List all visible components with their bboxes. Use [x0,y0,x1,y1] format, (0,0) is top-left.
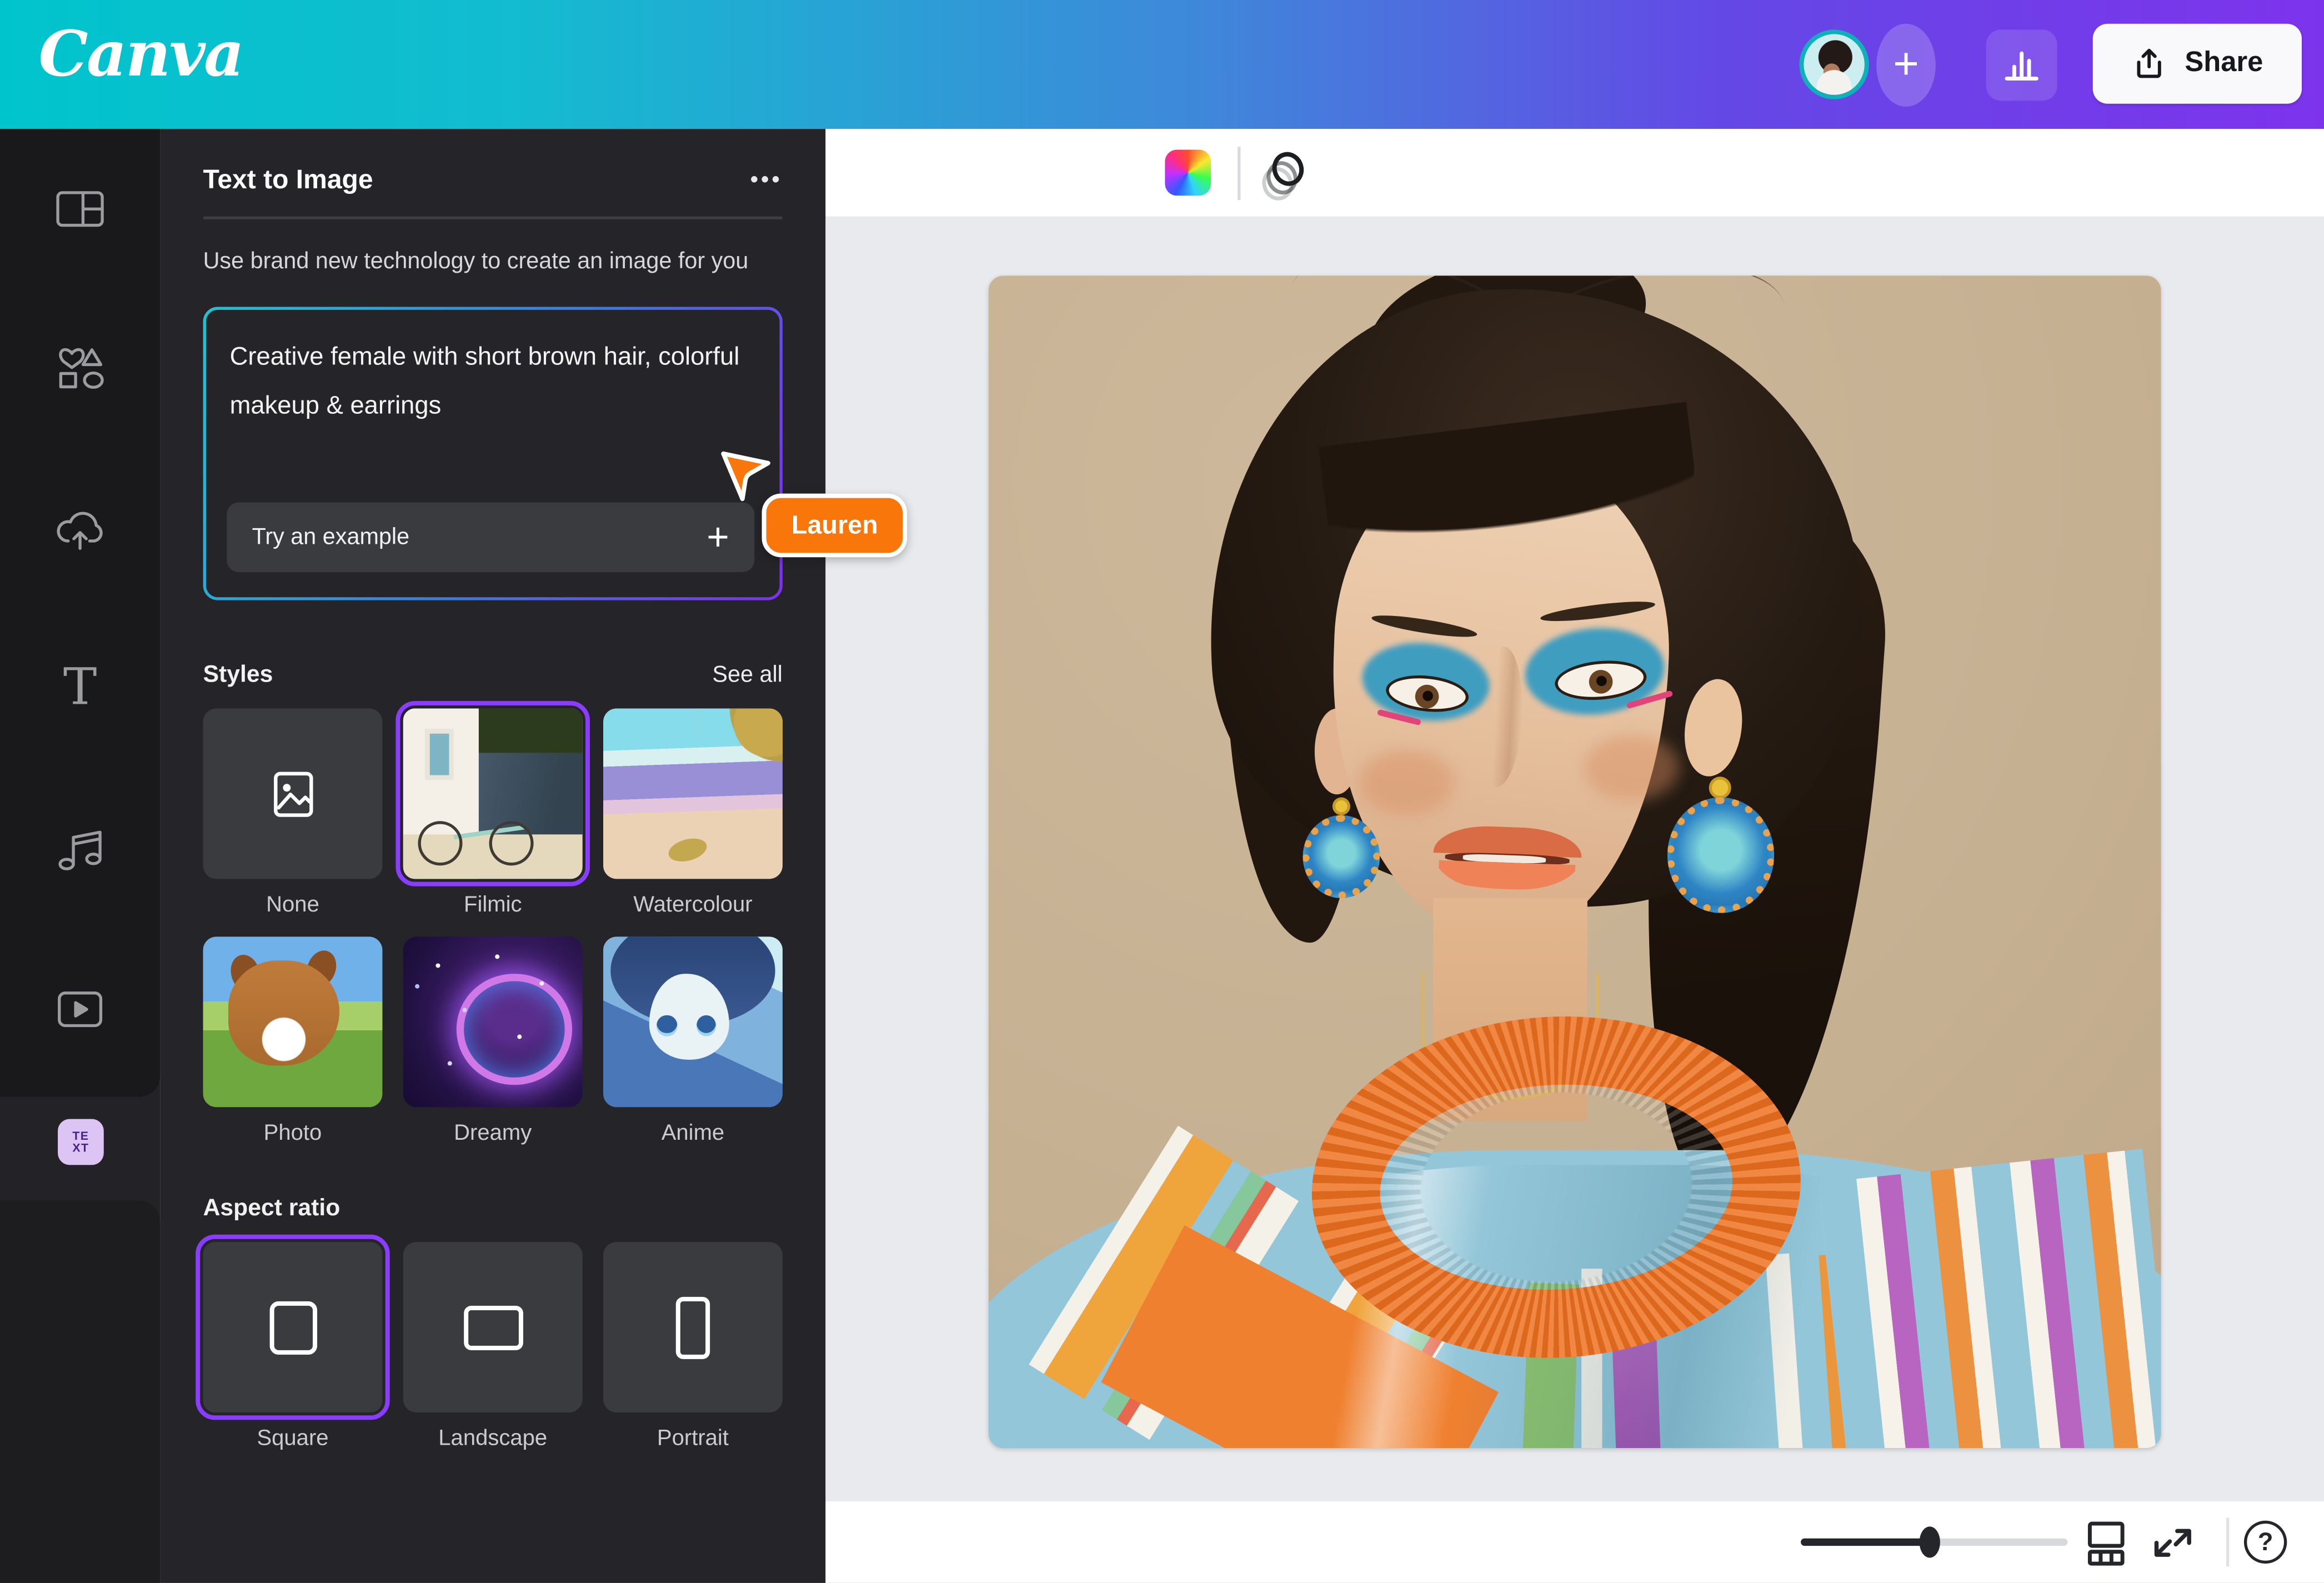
aspect-thumb-portrait[interactable] [603,1242,783,1412]
app-badge-text2: XT [72,1142,89,1154]
prompt-value: Creative female with short brown hair, c… [206,310,780,430]
plus-icon: + [707,514,729,560]
zoom-slider[interactable] [1801,1539,2067,1545]
footer-divider [2226,1517,2228,1566]
aspect-label: Square [257,1426,328,1451]
insights-button[interactable] [1986,29,2057,101]
style-label: Dreamy [454,1120,532,1145]
aspect-ratio-grid: Square Landscape Portrait [203,1242,783,1451]
share-label: Share [2185,47,2263,80]
aspect-ratio-heading: Aspect ratio [203,1196,340,1223]
background-color-swatch[interactable] [1165,150,1211,196]
style-option-anime[interactable]: Anime [603,936,783,1145]
canvas-toolbar [825,129,2324,216]
fullscreen-button[interactable] [2149,1519,2196,1566]
transparency-button[interactable] [1255,145,1311,201]
canva-editor: Canva + Share [0,0,2324,1583]
style-label: None [266,892,319,917]
music-note-icon [55,827,106,871]
add-collaborator-button[interactable]: + [1876,24,1936,107]
aspect-thumb-square-selected[interactable] [203,1242,383,1412]
panel-overflow-menu[interactable]: ••• [750,168,783,193]
share-icon [2131,46,2167,82]
style-thumb-dreamy[interactable] [403,936,583,1107]
aspect-thumb-landscape[interactable] [403,1242,583,1412]
style-option-dreamy[interactable]: Dreamy [403,936,583,1145]
plus-icon: + [1893,40,1919,91]
text-to-image-panel: Text to Image ••• Use brand new technolo… [160,129,825,1583]
style-thumb-anime[interactable] [603,936,783,1107]
sidebar-item-video[interactable] [0,976,160,1041]
style-label: Filmic [464,892,522,917]
aspect-option-portrait[interactable]: Portrait [603,1242,783,1451]
toolbar-divider [1238,147,1240,200]
style-option-watercolour[interactable]: Watercolour [603,708,783,917]
elements-shapes-icon [55,345,106,393]
sidebar-item-text[interactable]: T [0,655,160,720]
rail-upper-section [0,129,160,1096]
sidebar-item-text-to-image-app[interactable]: TE XT [58,1119,104,1165]
rail-lower-section [0,1200,160,1582]
help-button[interactable]: ? [2244,1521,2287,1564]
aspect-option-square[interactable]: Square [203,1242,383,1451]
style-option-photo[interactable]: Photo [203,936,383,1145]
try-example-label: Try an example [252,524,410,550]
app-badge-text: TE [72,1130,89,1142]
grid-view-button[interactable] [2082,1519,2130,1566]
panel-divider [203,217,783,219]
panel-title: Text to Image [203,164,373,196]
aspect-label: Portrait [657,1426,729,1451]
try-example-button[interactable]: Try an example + [227,503,754,572]
style-thumb-photo[interactable] [203,936,383,1107]
style-label: Photo [264,1120,322,1145]
style-option-filmic[interactable]: Filmic [403,708,583,917]
styles-see-all-link[interactable]: See all [712,663,782,689]
sidebar-item-audio[interactable] [0,816,160,881]
video-icon [55,989,106,1030]
zoom-slider-thumb[interactable] [1920,1526,1940,1557]
style-thumb-watercolour[interactable] [603,708,783,879]
sidebar-item-elements[interactable] [0,337,160,402]
panel-description: Use brand new technology to create an im… [203,242,783,282]
canva-logo[interactable]: Canva [38,18,243,91]
text-tool-icon: T [63,663,97,713]
prompt-textarea[interactable]: Creative female with short brown hair, c… [203,307,783,600]
style-thumb-filmic-selected[interactable] [403,708,583,879]
style-thumb-none[interactable] [203,708,383,879]
zoom-slider-fill [1801,1539,1929,1545]
portrait-shape-icon [676,1296,710,1358]
question-icon: ? [2258,1527,2273,1557]
square-shape-icon [269,1300,316,1354]
bar-chart-icon [2000,43,2044,87]
style-label: Anime [662,1120,724,1145]
image-placeholder-icon [266,767,319,820]
sidebar-item-uploads[interactable] [0,498,160,563]
aspect-option-landscape[interactable]: Landscape [403,1242,583,1451]
app-header: Canva + Share [0,0,2324,129]
templates-icon [55,187,106,231]
canvas-footer: ? [825,1501,2324,1583]
style-option-none[interactable]: None [203,708,383,917]
collaborator-name-badge: Lauren [762,494,908,558]
share-button[interactable]: Share [2093,24,2302,104]
sidebar-rail: T TE XT [0,129,160,1583]
styles-grid: None Filmic [203,708,783,1145]
landscape-shape-icon [463,1305,523,1349]
style-label: Watercolour [633,892,752,917]
user-avatar[interactable] [1799,29,1869,99]
cloud-upload-icon [53,508,107,553]
styles-heading: Styles [203,663,273,689]
sidebar-item-templates[interactable] [0,177,160,242]
aspect-label: Landscape [438,1426,547,1451]
generated-image-card[interactable] [989,275,2161,1448]
